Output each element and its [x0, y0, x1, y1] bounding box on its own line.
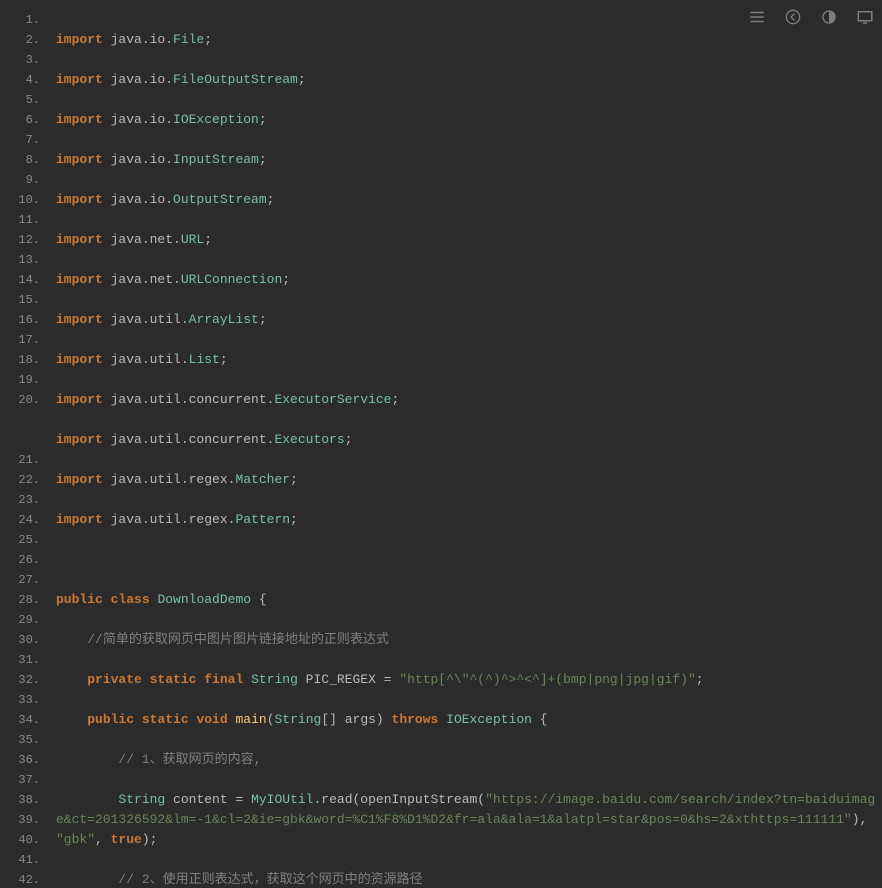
- class: File: [173, 32, 204, 47]
- line-number: 34: [0, 710, 50, 730]
- line-number: 35: [0, 730, 50, 750]
- line-number: 30: [0, 630, 50, 650]
- toolbar: [748, 8, 874, 26]
- line-number: 25: [0, 530, 50, 550]
- code-area[interactable]: import java.io.File; import java.io.File…: [50, 0, 882, 888]
- line-gutter: 1234567891011121314151617181920212223242…: [0, 0, 50, 888]
- line-number: 15: [0, 290, 50, 310]
- line-number: 7: [0, 130, 50, 150]
- line-number: 19: [0, 370, 50, 390]
- line-number: 2: [0, 30, 50, 50]
- line-number: 26: [0, 550, 50, 570]
- list-icon[interactable]: [748, 8, 766, 26]
- line-number: 23: [0, 490, 50, 510]
- line-number: 32: [0, 670, 50, 690]
- line-number: 4: [0, 70, 50, 90]
- line-number: 16: [0, 310, 50, 330]
- line-number: 38: [0, 790, 50, 810]
- line-number: 6: [0, 110, 50, 130]
- line-number: 37: [0, 770, 50, 790]
- line-number: 18: [0, 350, 50, 370]
- line-number: 10: [0, 190, 50, 210]
- line-number: 24: [0, 510, 50, 530]
- line-number: 20: [0, 390, 50, 450]
- line-number: 8: [0, 150, 50, 170]
- line-number: 21: [0, 450, 50, 470]
- contrast-icon[interactable]: [820, 8, 838, 26]
- line-number: 40: [0, 830, 50, 850]
- line-number: 3: [0, 50, 50, 70]
- line-number: 39: [0, 810, 50, 830]
- back-icon[interactable]: [784, 8, 802, 26]
- line-number: 13: [0, 250, 50, 270]
- line-number: 9: [0, 170, 50, 190]
- line-number: 17: [0, 330, 50, 350]
- line-number: 22: [0, 470, 50, 490]
- line-number: 5: [0, 90, 50, 110]
- line-number: 29: [0, 610, 50, 630]
- line-number: 36: [0, 750, 50, 770]
- comment: //简单的获取网页中图片图片链接地址的正则表达式: [87, 632, 389, 647]
- package: java.io.: [103, 32, 173, 47]
- line-number: 1: [0, 10, 50, 30]
- line-number: 28: [0, 590, 50, 610]
- line-number: 42: [0, 870, 50, 888]
- code-editor: 1234567891011121314151617181920212223242…: [0, 0, 882, 888]
- string: "http[^\"^(^)^>^<^]+(bmp|png|jpg|gif)": [399, 672, 695, 687]
- line-number: 14: [0, 270, 50, 290]
- line-number: 31: [0, 650, 50, 670]
- screen-icon[interactable]: [856, 8, 874, 26]
- line-number: 11: [0, 210, 50, 230]
- keyword: import: [56, 32, 103, 47]
- line-number: 27: [0, 570, 50, 590]
- line-number: 33: [0, 690, 50, 710]
- function: main: [228, 712, 267, 727]
- line-number: 41: [0, 850, 50, 870]
- line-number: 12: [0, 230, 50, 250]
